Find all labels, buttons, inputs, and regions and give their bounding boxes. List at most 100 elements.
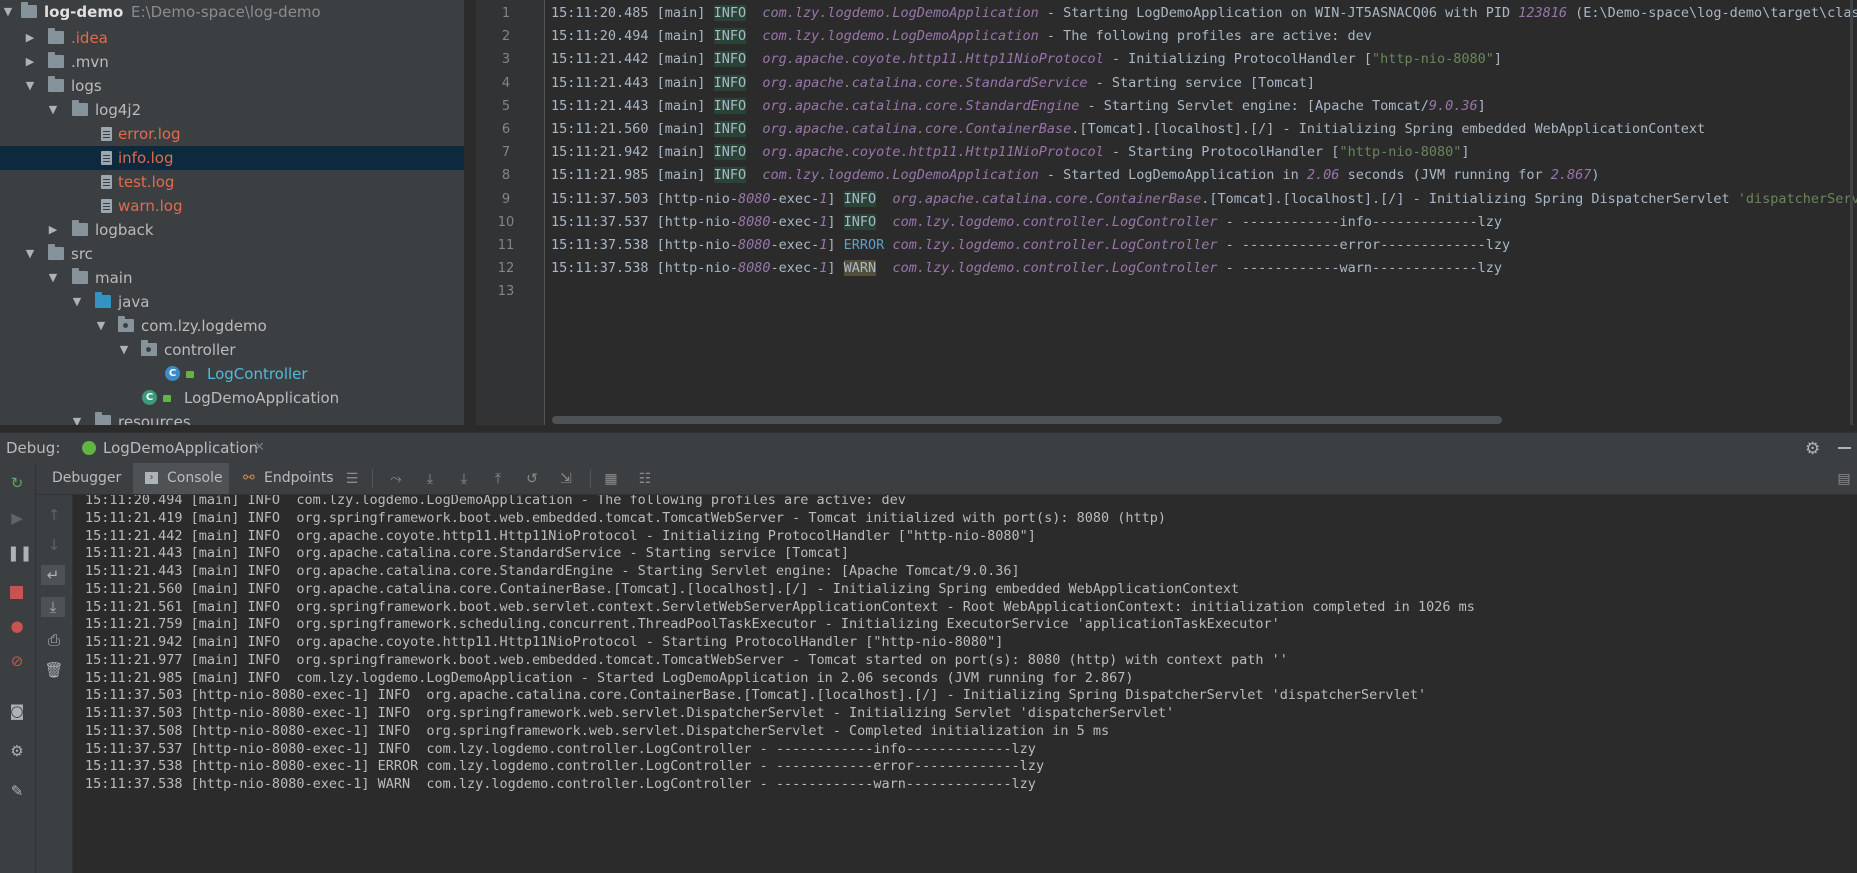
chevron-down-icon[interactable]: ▼ bbox=[71, 410, 83, 425]
tab-console[interactable]: › Console bbox=[133, 463, 229, 494]
down-arrow-icon[interactable]: ↓ bbox=[44, 535, 64, 555]
editor-line[interactable]: 15:11:37.538 [http-nio-8080-exec-1] WARN… bbox=[551, 257, 1502, 280]
chevron-down-icon[interactable]: ▼ bbox=[24, 74, 36, 98]
log-thread: -exec- bbox=[770, 237, 820, 253]
stop-icon[interactable] bbox=[10, 586, 23, 599]
chevron-down-icon[interactable]: ▼ bbox=[24, 242, 36, 266]
tree-item-resources[interactable]: ▼ resources bbox=[0, 410, 464, 425]
mute-breakpoints-icon[interactable]: ⊘ bbox=[7, 651, 27, 671]
tree-item-warn-log[interactable]: warn.log bbox=[0, 194, 464, 218]
console-line: 15:11:20.494 [main] INFO com.lzy.logdemo… bbox=[85, 495, 906, 508]
trash-icon[interactable]: 🗑 bbox=[44, 660, 64, 680]
editor-line[interactable]: 15:11:37.503 [http-nio-8080-exec-1] INFO… bbox=[551, 188, 1857, 211]
tree-item-main[interactable]: ▼ main bbox=[0, 266, 464, 290]
step-into-icon[interactable]: ⤓ bbox=[456, 471, 472, 487]
console-line: 15:11:37.537 [http-nio-8080-exec-1] INFO… bbox=[85, 740, 1036, 757]
view-breakpoints-icon[interactable]: ● bbox=[7, 616, 27, 636]
tree-item-info-log[interactable]: info.log bbox=[0, 146, 464, 170]
log-editor[interactable]: 1 2 3 4 5 6 7 8 9 10 11 12 13 15:11:20.485 [main] IN… bbox=[476, 0, 1857, 425]
log-timestamp: 15:11:21.560 bbox=[551, 121, 657, 137]
chevron-down-icon[interactable]: ▼ bbox=[71, 290, 83, 314]
tree-item-error-log[interactable]: error.log bbox=[0, 122, 464, 146]
console-actions-strip: ↑ ↓ ↵ ⤓ ⎙ 🗑 bbox=[36, 495, 73, 873]
log-logger: com.lzy.logdemo.controller.LogController bbox=[892, 213, 1218, 230]
tree-item-mvn[interactable]: ▶ .mvn bbox=[0, 50, 464, 74]
chevron-down-icon[interactable]: ▼ bbox=[118, 338, 130, 362]
editor-line[interactable]: 15:11:21.985 [main] INFO com.lzy.logdemo… bbox=[551, 164, 1600, 187]
editor-line[interactable]: 15:11:21.443 [main] INFO org.apache.cata… bbox=[551, 95, 1486, 118]
drop-frame-icon[interactable]: ↺ bbox=[524, 471, 540, 487]
log-message: seconds (JVM running for bbox=[1339, 167, 1551, 184]
tab-debugger[interactable]: Debugger bbox=[40, 463, 130, 494]
console-output[interactable]: 15:11:20.494 [main] INFO com.lzy.logdemo… bbox=[73, 495, 1857, 873]
camera-icon[interactable]: ◙ bbox=[7, 701, 27, 721]
chevron-down-icon[interactable]: ▼ bbox=[95, 314, 107, 338]
editor-line[interactable]: 15:11:20.485 [main] INFO com.lzy.logdemo… bbox=[551, 2, 1857, 25]
soft-wrap-icon[interactable]: ↵ bbox=[41, 565, 65, 585]
tree-item-label: controller bbox=[164, 341, 236, 359]
chevron-right-icon[interactable]: ▶ bbox=[47, 218, 59, 242]
chevron-right-icon[interactable]: ▶ bbox=[24, 50, 36, 74]
debug-label: Debug: bbox=[6, 439, 61, 457]
log-thread: [main] bbox=[656, 121, 714, 137]
chevron-right-icon[interactable]: ▶ bbox=[24, 26, 36, 50]
log-timestamp: 15:11:21.442 bbox=[551, 51, 657, 68]
console-line: 15:11:37.538 [http-nio-8080-exec-1] WARN… bbox=[85, 776, 1036, 792]
tree-item-logback[interactable]: ▶ logback bbox=[0, 218, 464, 242]
close-icon[interactable]: ✕ bbox=[254, 433, 265, 463]
tree-item-logcontroller[interactable]: C LogController bbox=[0, 362, 464, 386]
editor-line[interactable]: 15:11:37.538 [http-nio-8080-exec-1] ERRO… bbox=[551, 234, 1510, 257]
log-message: - Started LogDemoApplication in bbox=[1038, 167, 1307, 184]
show-execution-point-icon[interactable]: ⤳ bbox=[388, 471, 404, 487]
tab-endpoints[interactable]: ⚯ Endpoints bbox=[237, 463, 341, 494]
console-line: 15:11:21.942 [main] INFO org.apache.coyo… bbox=[85, 634, 1004, 650]
step-over-icon[interactable]: ⤓ bbox=[422, 471, 438, 487]
menu-icon[interactable]: ☰ bbox=[344, 471, 360, 487]
tree-item-controller[interactable]: ▼ controller bbox=[0, 338, 464, 362]
tree-item-label: .idea bbox=[71, 29, 108, 47]
print-icon[interactable]: ⎙ bbox=[44, 630, 64, 650]
tree-item-src[interactable]: ▼ src bbox=[0, 242, 464, 266]
gear-icon[interactable]: ⚙ bbox=[1805, 439, 1820, 459]
debug-tool-window-header: Debug: LogDemoApplication ✕ ⚙ bbox=[0, 432, 1857, 463]
layout-icon[interactable]: ▤ bbox=[1836, 471, 1852, 487]
log-message: .[Tomcat].[localhost].[/] - Initializing… bbox=[1071, 121, 1706, 137]
tree-item-java[interactable]: ▼ java bbox=[0, 290, 464, 314]
editor-line[interactable]: 15:11:21.942 [main] INFO org.apache.coyo… bbox=[551, 141, 1470, 164]
step-out-icon[interactable]: ⤒ bbox=[490, 471, 506, 487]
tree-root[interactable]: ▼ log-demo E:\Demo-space\log-demo bbox=[0, 0, 464, 24]
rerun-icon[interactable]: ↻ bbox=[7, 473, 27, 493]
chevron-down-icon[interactable]: ▼ bbox=[47, 98, 59, 122]
pin-icon[interactable]: ✎ bbox=[7, 781, 27, 801]
gear-icon[interactable]: ⚙ bbox=[7, 741, 27, 761]
trace-icon[interactable]: ☷ bbox=[637, 471, 653, 487]
minimize-icon[interactable] bbox=[1838, 447, 1851, 449]
editor-line[interactable]: 15:11:21.560 [main] INFO org.apache.cata… bbox=[551, 118, 1705, 141]
editor-line[interactable]: 15:11:21.443 [main] INFO org.apache.cata… bbox=[551, 72, 1315, 95]
pause-icon[interactable]: ❚❚ bbox=[7, 543, 32, 563]
chevron-down-icon[interactable]: ▼ bbox=[2, 0, 14, 24]
log-thread: [main] bbox=[656, 74, 714, 91]
tree-item-logdemoapplication[interactable]: C LogDemoApplication bbox=[0, 386, 464, 410]
up-arrow-icon[interactable]: ↑ bbox=[44, 505, 64, 525]
tree-item-log4j2[interactable]: ▼ log4j2 bbox=[0, 98, 464, 122]
folder-icon bbox=[72, 100, 88, 116]
evaluate-expression-icon[interactable]: ▦ bbox=[603, 471, 619, 487]
log-thread: [http-nio- bbox=[656, 190, 738, 207]
editor-line[interactable]: 15:11:21.442 [main] INFO org.apache.coyo… bbox=[551, 48, 1502, 71]
tree-item-logs[interactable]: ▼ logs bbox=[0, 74, 464, 98]
tree-item-idea[interactable]: ▶ .idea bbox=[0, 26, 464, 50]
resume-icon[interactable]: ▶ bbox=[7, 508, 27, 528]
editor-line[interactable]: 15:11:37.537 [http-nio-8080-exec-1] INFO… bbox=[551, 211, 1502, 234]
tree-item-test-log[interactable]: test.log bbox=[0, 170, 464, 194]
editor-horizontal-scrollbar[interactable] bbox=[552, 416, 1502, 424]
editor-line[interactable]: 15:11:20.494 [main] INFO com.lzy.logdemo… bbox=[551, 25, 1372, 48]
log-level: INFO bbox=[713, 144, 747, 161]
debug-config-tab[interactable]: LogDemoApplication ✕ bbox=[76, 433, 265, 463]
editor-vertical-scrollbar[interactable] bbox=[1850, 0, 1853, 425]
run-to-cursor-icon[interactable]: ⇲ bbox=[558, 471, 574, 487]
package-icon bbox=[141, 340, 157, 356]
chevron-down-icon[interactable]: ▼ bbox=[47, 266, 59, 290]
scroll-to-end-icon[interactable]: ⤓ bbox=[41, 597, 65, 617]
tree-item-package[interactable]: ▼ com.lzy.logdemo bbox=[0, 314, 464, 338]
